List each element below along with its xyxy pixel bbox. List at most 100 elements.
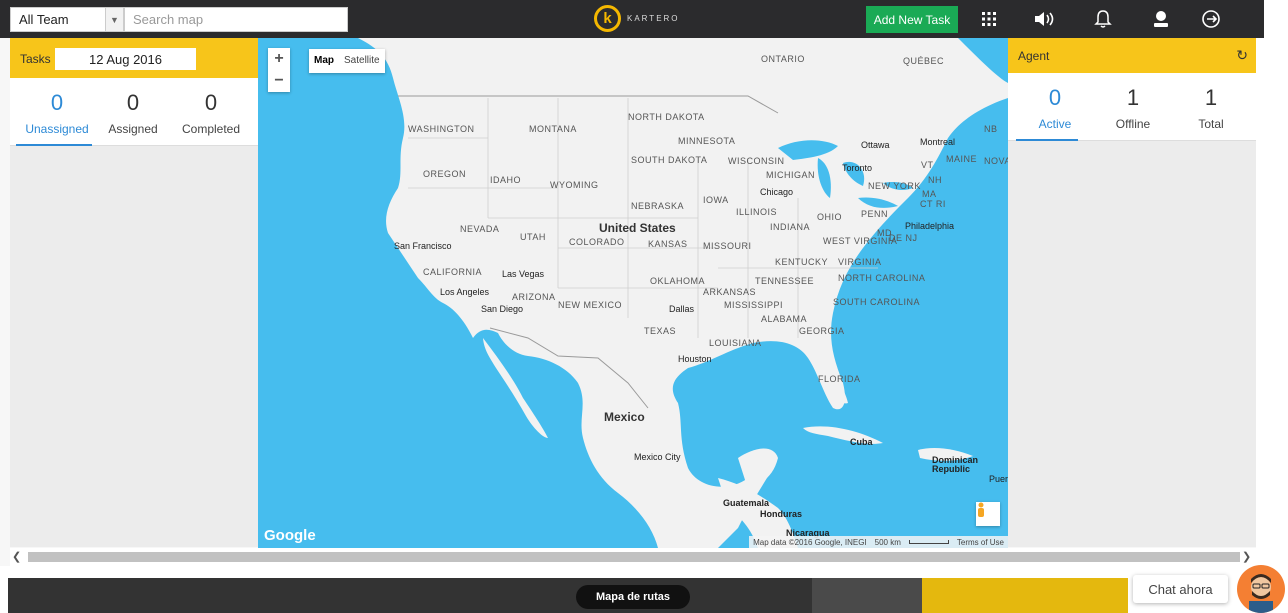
map-label: Ottawa [861,140,890,150]
map-label: NOVA [984,156,1008,166]
team-select-value: All Team [19,12,69,27]
map-label: TEXAS [644,326,677,336]
active-label: Active [1038,117,1072,131]
map-label: NEVADA [460,224,500,234]
tab-offline-agents[interactable]: 1 Offline [1092,73,1174,131]
map-label: Guatemala [723,498,770,508]
team-select[interactable]: All Team ▼ [10,7,124,32]
map-label: ALABAMA [761,314,808,324]
assigned-label: Assigned [108,122,158,136]
map-label: VIRGINIA [838,257,882,267]
logo-mark-icon: k [594,5,621,32]
topbar-edge [1264,0,1288,38]
map-label: NEBRASKA [631,201,685,211]
map-label: United States [599,221,676,235]
map-label: Toronto [842,163,873,173]
tab-completed[interactable]: 0 Completed [170,78,252,136]
attribution-text: Map data ©2016 Google, INEGI [753,537,867,547]
map-label: FLORIDA [818,374,861,384]
volume-icon[interactable] [1030,4,1060,34]
map-label: IDAHO [490,175,522,185]
map-label: MA [922,189,937,199]
offline-count: 1 [1126,85,1140,110]
map-label: CALIFORNIA [423,267,483,277]
map-label: Honduras [760,509,803,519]
app-root: All Team ▼ k KARTERO Add New Task Tasks … [0,0,1288,613]
map-label: San Francisco [394,241,452,251]
total-count: 1 [1204,85,1218,110]
map-label: Dominican Republic [932,455,979,474]
completed-label: Completed [181,122,241,136]
map-label: ILLINOIS [736,207,778,217]
map-label: SOUTH DAKOTA [631,155,708,165]
unassigned-label: Unassigned [25,122,89,136]
map-label: GEORGIA [799,326,845,336]
map-label: COLORADO [569,237,625,247]
map-label: NORTH CAROLINA [838,273,926,283]
logout-icon[interactable] [1196,4,1226,34]
map-label: INDIANA [770,222,811,232]
map-label: UTAH [520,232,546,242]
map-label: MISSISSIPPI [724,300,784,310]
map-type-map-button[interactable]: Map [309,49,339,73]
tab-assigned[interactable]: 0 Assigned [92,78,174,136]
map-label: CT RI [920,199,946,209]
active-count: 0 [1048,85,1062,110]
refresh-icon[interactable]: ↻ [1236,47,1248,64]
terms-of-use-link[interactable]: Terms of Use [957,538,1004,547]
map-label: MONTANA [529,124,577,134]
map-label: OREGON [423,169,467,179]
chat-now-bubble[interactable]: Chat ahora [1133,575,1228,603]
map-label: ONTARIO [761,54,805,64]
map-label: NEW MEXICO [558,300,623,310]
scroll-left-icon[interactable]: ❮ [12,550,21,563]
zoom-out-button[interactable]: − [268,70,290,92]
map-label: ARIZONA [512,292,556,302]
tasks-label: Tasks [20,52,51,66]
tab-total-agents[interactable]: 1 Total [1170,73,1252,131]
search-map-input[interactable] [124,7,348,32]
map-label: KANSAS [648,239,688,249]
map-label: QUÉBEC [903,56,945,66]
tab-unassigned[interactable]: 0 Unassigned [16,78,98,136]
routes-map-button[interactable]: Mapa de rutas [576,585,690,609]
bell-icon[interactable] [1088,4,1118,34]
tasks-header: Tasks 12 Aug 2016 [10,38,258,78]
street-view-pegman-icon[interactable] [976,502,1000,526]
map-label: MAINE [946,154,978,164]
chevron-down-icon[interactable]: ▼ [105,8,123,31]
map-label: VT [921,160,934,170]
map-view[interactable]: + − Map Satellite ONTARIO QUÉBEC NORTH D… [258,38,1008,548]
map-label: Cuba [850,437,873,447]
map-label: NB [984,124,998,134]
grid-icon[interactable] [974,4,1004,34]
scale-bar [908,540,949,544]
map-label: OKLAHOMA [650,276,706,286]
horizontal-scrollbar[interactable]: ❮ ❯ [10,548,1288,566]
map-label: IOWA [703,195,729,205]
agent-header: Agent ↻ [1008,38,1256,73]
chat-avatar-icon[interactable] [1237,565,1285,613]
task-stats: 0 Unassigned 0 Assigned 0 Completed [10,78,258,146]
add-new-task-button[interactable]: Add New Task [866,6,958,33]
tab-active-agents[interactable]: 0 Active [1014,73,1096,131]
scroll-right-icon[interactable]: ❯ [1242,550,1251,563]
map-label: Las Vegas [502,269,545,279]
offline-label: Offline [1115,117,1151,131]
scrollbar-thumb[interactable] [28,552,1240,562]
task-date-picker[interactable]: 12 Aug 2016 [55,48,196,70]
map-label: NEW YORK [868,181,921,191]
map-label: SOUTH CAROLINA [833,297,921,307]
user-icon[interactable] [1146,4,1176,34]
map-label: Montreal [920,137,956,147]
right-gutter [1256,38,1288,548]
map-label: MICHIGAN [766,170,815,180]
map-label: Houston [678,354,712,364]
map-attribution: Map data ©2016 Google, INEGI 500 km Term… [749,536,1008,548]
zoom-in-button[interactable]: + [268,48,290,70]
bottom-banner-photo [812,578,922,613]
map-label: Dallas [669,304,695,314]
map-type-satellite-button[interactable]: Satellite [339,49,385,73]
map-label: KENTUCKY [775,257,829,267]
top-bar: All Team ▼ k KARTERO Add New Task [0,0,1288,38]
